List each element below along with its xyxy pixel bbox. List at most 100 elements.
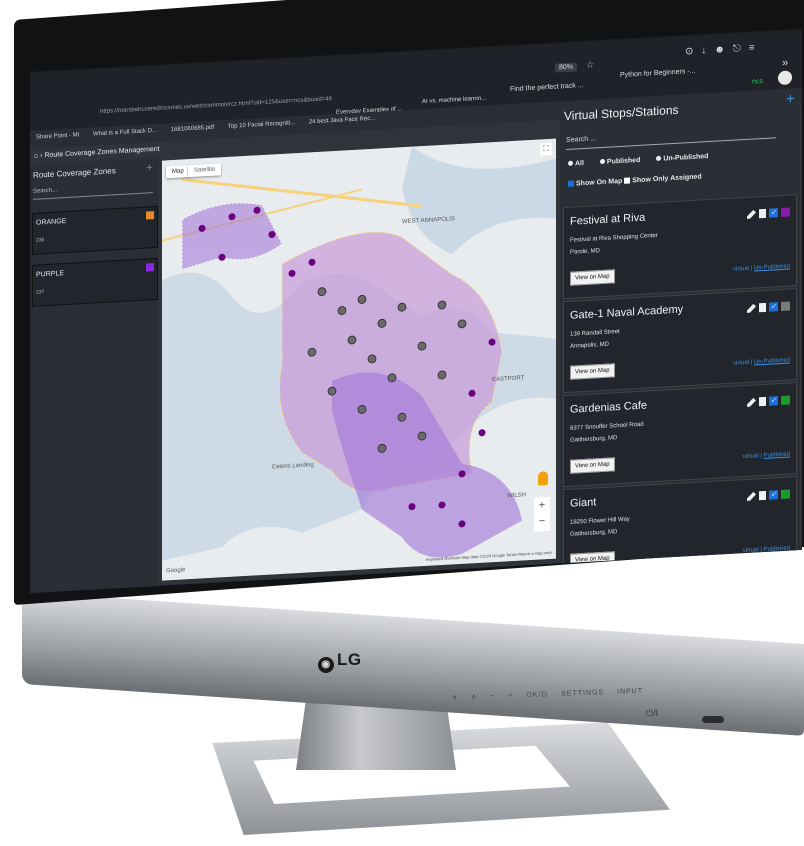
zone-name: ORANGE bbox=[36, 217, 67, 227]
breadcrumb-link[interactable]: Route Coverage Zones Management bbox=[44, 146, 159, 159]
zone-item-purple[interactable]: PURPLE 237 bbox=[32, 257, 158, 307]
zone-name: PURPLE bbox=[36, 270, 65, 279]
stop-address-line2: Annapolis, MD bbox=[570, 341, 610, 350]
map-zoom-control[interactable]: + − bbox=[534, 496, 550, 532]
stop-name: Giant bbox=[570, 496, 597, 510]
stop-address-line2: Parole, MD bbox=[570, 248, 601, 256]
street-view-pegman-icon[interactable] bbox=[538, 471, 548, 486]
checkbox-icon bbox=[624, 177, 631, 184]
filter-published-radio[interactable]: Published bbox=[599, 157, 640, 166]
breadcrumb: ⌂ › Route Coverage Zones Management bbox=[34, 145, 160, 160]
bookmark-item[interactable]: 1681060685.pdf bbox=[165, 120, 220, 133]
edit-icon[interactable] bbox=[747, 304, 756, 314]
power-label[interactable]: ⏻/I bbox=[646, 708, 658, 719]
status-link[interactable]: Un-Published bbox=[754, 358, 790, 366]
filter-unpublished-radio[interactable]: Un-Published bbox=[656, 153, 708, 163]
checkbox-checked-icon[interactable]: ✓ bbox=[769, 490, 778, 500]
checkbox-checked-icon[interactable]: ✓ bbox=[769, 302, 778, 312]
monitor-minus-button[interactable]: − bbox=[490, 693, 495, 700]
view-on-map-button[interactable]: View on Map bbox=[570, 551, 615, 568]
color-swatch[interactable] bbox=[781, 395, 790, 406]
zone-color-swatch[interactable] bbox=[146, 263, 154, 272]
view-on-map-button[interactable]: View on Map bbox=[570, 363, 615, 380]
zone-color-swatch[interactable] bbox=[146, 211, 154, 220]
trash-icon[interactable] bbox=[759, 491, 766, 501]
fullscreen-icon[interactable]: ⛶ bbox=[540, 142, 552, 156]
edit-icon[interactable] bbox=[747, 210, 756, 220]
lg-logo: ◉ LG bbox=[318, 650, 362, 673]
monitor-ok-button[interactable]: OK/⊡ bbox=[526, 691, 548, 699]
add-stop-icon[interactable]: + bbox=[786, 90, 795, 107]
add-zone-icon[interactable]: + bbox=[146, 160, 153, 174]
monitor-input-button[interactable]: INPUT bbox=[617, 688, 643, 696]
zones-panel: Route Coverage Zones + Search... ORANGE … bbox=[30, 157, 158, 593]
color-swatch[interactable] bbox=[781, 207, 790, 218]
filter-all-radio[interactable]: All bbox=[568, 160, 584, 168]
color-swatch[interactable] bbox=[781, 301, 790, 312]
place-label: WILSH bbox=[507, 492, 527, 500]
map-type-satellite-button[interactable]: Satellite bbox=[188, 163, 222, 178]
zoom-level[interactable]: 80% bbox=[555, 62, 578, 73]
bookmark-star-icon[interactable]: ☆ bbox=[586, 59, 594, 70]
stop-address-line1: 18250 Flower Hill Way bbox=[570, 516, 630, 526]
show-only-assigned-checkbox[interactable]: Show Only Assigned bbox=[624, 173, 702, 184]
color-swatch[interactable] bbox=[781, 489, 790, 500]
show-on-map-checkbox[interactable]: Show On Map bbox=[568, 178, 622, 188]
map-view[interactable]: Map Satellite ⛶ WEST ANNAPOLIS Eatons La… bbox=[162, 138, 556, 581]
status-link[interactable]: Published bbox=[764, 452, 790, 459]
checkbox-checked-icon[interactable]: ✓ bbox=[769, 208, 778, 218]
map-canvas[interactable] bbox=[162, 138, 556, 581]
google-logo: Google bbox=[166, 567, 186, 575]
power-indicator bbox=[702, 716, 724, 723]
checkbox-checked-icon[interactable]: ✓ bbox=[769, 396, 778, 406]
stop-actions: ✓ bbox=[744, 486, 790, 507]
stop-name: Festival at Riva bbox=[570, 211, 646, 228]
stop-card: Festival at Riva ✓ Festival at Riva Shop… bbox=[563, 194, 797, 300]
stop-address-line1: Festival at Riva Shopping Center bbox=[570, 232, 658, 244]
trash-icon[interactable] bbox=[759, 209, 766, 219]
account-label: ncs bbox=[752, 78, 763, 86]
bookmark-item[interactable]: Share Point - MI bbox=[30, 128, 85, 141]
radio-dot-icon bbox=[599, 158, 605, 165]
stop-address-line2: Gaithersburg, MD bbox=[570, 529, 618, 538]
stop-status: virtual | Published bbox=[742, 451, 790, 461]
map-type-map-button[interactable]: Map bbox=[166, 165, 190, 179]
edit-icon[interactable] bbox=[747, 398, 756, 408]
zones-search-input[interactable]: Search... bbox=[33, 182, 153, 200]
stops-panel: Virtual Stops/Stations + Search ... All … bbox=[560, 89, 800, 582]
trash-icon[interactable] bbox=[759, 397, 766, 407]
stop-address-line1: 139 Randall Street bbox=[570, 329, 620, 338]
monitor-up-button[interactable]: ∧ bbox=[471, 694, 477, 701]
trash-icon[interactable] bbox=[759, 303, 766, 313]
stop-status: virtual | Un-Published bbox=[733, 263, 790, 273]
stop-address-line2: Gaithersburg, MD bbox=[570, 435, 618, 444]
zone-item-orange[interactable]: ORANGE 236 bbox=[32, 205, 158, 255]
stops-search-input[interactable]: Search ... bbox=[566, 125, 776, 151]
edit-icon[interactable] bbox=[747, 492, 756, 502]
zone-count: 237 bbox=[36, 289, 45, 296]
map-checks: Show On Map Show Only Assigned bbox=[568, 173, 702, 187]
stop-status: virtual | Un-Published bbox=[733, 357, 790, 367]
screen: 80% ☆ ⊙↓☻⎋≡ » ncs Python for Beginners -… bbox=[30, 28, 802, 593]
monitor-plus-button[interactable]: + bbox=[508, 692, 513, 699]
stop-actions: ✓ bbox=[744, 392, 790, 413]
status-link[interactable]: Un-Published bbox=[754, 264, 790, 272]
monitor-settings-button[interactable]: SETTINGS bbox=[561, 689, 604, 697]
stop-status: virtual | Published bbox=[742, 545, 790, 555]
stop-card: Giant ✓ 18250 Flower Hill Way Gaithersbu… bbox=[563, 476, 797, 582]
overflow-chevron-icon[interactable]: » bbox=[782, 57, 788, 69]
stop-name: Gardenias Cafe bbox=[570, 399, 648, 416]
radio-dot-icon bbox=[568, 160, 573, 166]
checkbox-checked-icon bbox=[568, 180, 574, 187]
stop-actions: ✓ bbox=[744, 298, 790, 319]
stop-card: Gardenias Cafe ✓ 8377 Snouffer School Ro… bbox=[563, 382, 797, 488]
publish-filter: All Published Un-Published bbox=[568, 152, 722, 168]
view-on-map-button[interactable]: View on Map bbox=[570, 269, 615, 286]
status-link[interactable]: Published bbox=[764, 546, 790, 553]
zones-title: Route Coverage Zones bbox=[33, 166, 116, 180]
lg-circle-icon: ◉ bbox=[318, 657, 334, 673]
zone-count: 236 bbox=[36, 237, 45, 244]
view-on-map-button[interactable]: View on Map bbox=[570, 457, 615, 474]
stops-title: Virtual Stops/Stations bbox=[564, 102, 679, 124]
monitor-down-button[interactable]: ∨ bbox=[452, 694, 458, 701]
